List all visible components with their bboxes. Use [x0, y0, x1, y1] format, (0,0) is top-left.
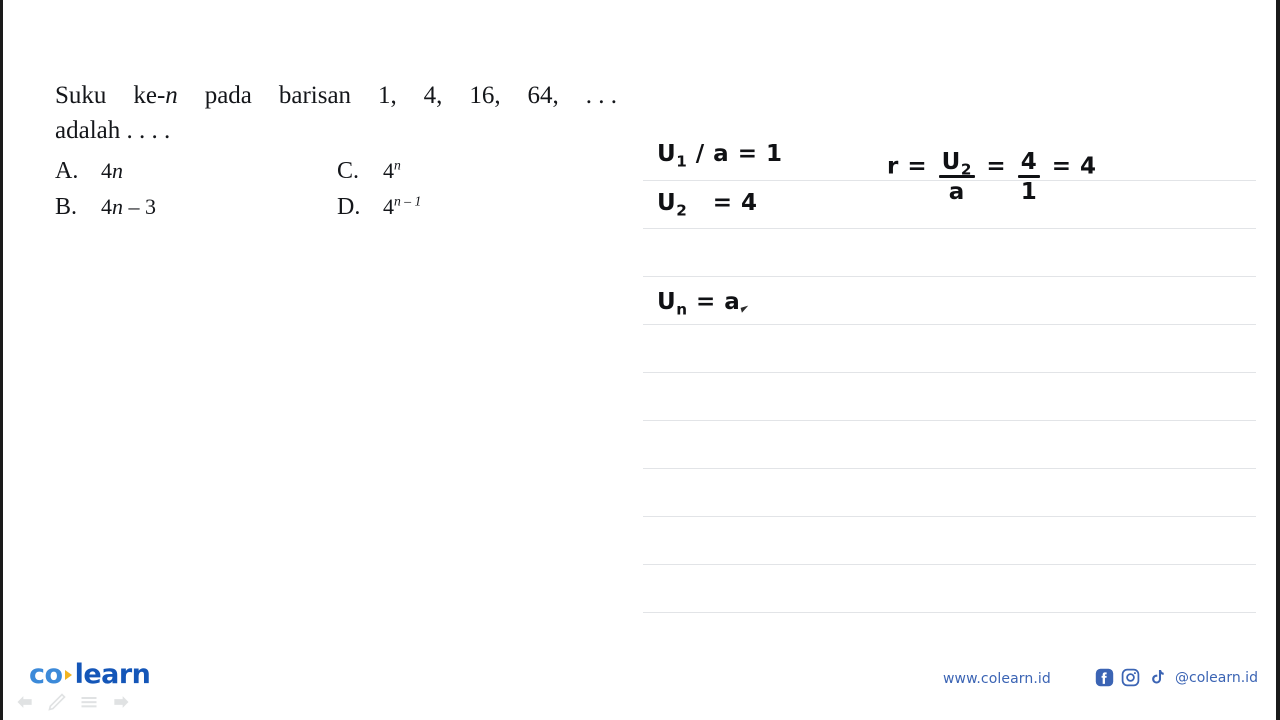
- fraction-bar-2: [1017, 175, 1041, 179]
- ratio-equals-1: =: [986, 153, 1007, 180]
- options-row-1: A. 4n C. 4n: [55, 158, 635, 194]
- q-word-suku: Suku: [55, 82, 107, 109]
- rule-line: [643, 324, 1256, 325]
- website-url[interactable]: www.colearn.id: [943, 671, 1051, 687]
- ratio-fraction-2: 4 1: [1017, 149, 1041, 206]
- forward-arrow-icon[interactable]: [111, 692, 131, 712]
- option-d-label: D.: [337, 194, 361, 220]
- un-rest: = a: [696, 289, 741, 315]
- tiktok-icon[interactable]: [1147, 668, 1166, 687]
- options-row-2: B. 4n – 3 D. 4n – 1: [55, 194, 635, 230]
- ratio-f2-numerator: 4: [1020, 149, 1038, 175]
- u1-subscript: 1: [676, 152, 688, 171]
- ratio-fraction-1: U2 a: [938, 149, 975, 206]
- option-c[interactable]: C. 4n: [337, 158, 401, 185]
- q-var-n: n: [165, 82, 178, 109]
- q-word-barisan: barisan: [278, 82, 352, 109]
- facebook-icon[interactable]: [1095, 668, 1114, 687]
- back-arrow-icon[interactable]: [15, 692, 35, 712]
- logo-text-co: co: [29, 659, 63, 690]
- option-a-value: 4n: [101, 158, 123, 183]
- ratio-lead: r =: [887, 153, 928, 180]
- option-a[interactable]: A. 4n: [55, 158, 123, 185]
- q-term-4: 64,: [527, 82, 559, 109]
- option-d-value: 4n – 1: [383, 193, 422, 219]
- option-d-exponent: n – 1: [394, 193, 422, 209]
- u2-symbol: U: [657, 190, 677, 216]
- rule-line: [643, 228, 1256, 229]
- slide-canvas: Suku ke-n pada barisan 1, 4, 16, 64, . .…: [0, 0, 1280, 720]
- rule-line: [643, 516, 1256, 517]
- handwriting-ratio: r = U2 a = 4 1 = 4: [887, 140, 1097, 204]
- rule-line: [643, 276, 1256, 277]
- rule-line: [643, 372, 1256, 373]
- q-word-pada: pada: [204, 82, 252, 109]
- rule-line: [643, 612, 1256, 613]
- q-term-3: 16,: [469, 82, 501, 109]
- slide-toolbar[interactable]: [15, 692, 131, 712]
- u2-subscript: 2: [676, 201, 688, 220]
- option-b-label: B.: [55, 194, 78, 220]
- question-block: Suku ke-n pada barisan 1, 4, 16, 64, . .…: [55, 78, 625, 148]
- ratio-equals-2: =: [1051, 153, 1072, 180]
- handwriting-u2: U2 = 4: [657, 190, 758, 218]
- question-line-1: Suku ke-n pada barisan 1, 4, 16, 64, . .…: [55, 78, 617, 113]
- rule-line: [643, 564, 1256, 565]
- rule-line: [643, 468, 1256, 469]
- u1-symbol: U: [657, 141, 677, 167]
- logo-triangle-icon: [64, 670, 72, 680]
- answer-options: A. 4n C. 4n B. 4n – 3 D. 4n – 1: [55, 158, 635, 230]
- question-line-2: adalah . . . .: [55, 117, 171, 144]
- option-b[interactable]: B. 4n – 3: [55, 194, 156, 221]
- pen-icon[interactable]: [47, 692, 67, 712]
- notes-panel[interactable]: U1 / a = 1 U2 = 4 r = U2 a = 4 1 = 4 Un …: [643, 0, 1256, 720]
- q-term-2: 4,: [423, 82, 443, 109]
- social-links[interactable]: @colearn.id: [1095, 668, 1258, 687]
- social-handle[interactable]: @colearn.id: [1175, 670, 1258, 686]
- q-ellipsis: . . .: [585, 82, 617, 109]
- handwriting-u1: U1 / a = 1: [657, 141, 783, 169]
- ratio-f2-denominator: 1: [1020, 179, 1038, 206]
- ratio-result: 4: [1080, 153, 1097, 180]
- option-c-exponent: n: [394, 157, 401, 173]
- option-c-label: C.: [337, 158, 360, 184]
- option-d[interactable]: D. 4n – 1: [337, 194, 421, 221]
- un-symbol: U: [657, 289, 677, 315]
- un-subscript: n: [676, 300, 688, 319]
- option-c-value: 4n: [383, 157, 401, 183]
- u2-rest: = 4: [712, 190, 758, 216]
- colearn-logo: co learn: [29, 659, 151, 690]
- option-b-value: 4n – 3: [101, 194, 156, 219]
- option-a-label: A.: [55, 158, 79, 184]
- ratio-numerator: U2: [941, 149, 972, 179]
- ratio-denominator: a: [948, 179, 965, 206]
- logo-text-learn: learn: [74, 659, 151, 690]
- rule-line: [643, 420, 1256, 421]
- instagram-icon[interactable]: [1121, 668, 1140, 687]
- q-term-1: 1,: [377, 82, 397, 109]
- u1-rest: / a = 1: [695, 141, 783, 167]
- lines-icon[interactable]: [79, 692, 99, 712]
- q-word-ke-n: ke-n: [133, 82, 178, 109]
- handwriting-un: Un = a: [657, 289, 741, 317]
